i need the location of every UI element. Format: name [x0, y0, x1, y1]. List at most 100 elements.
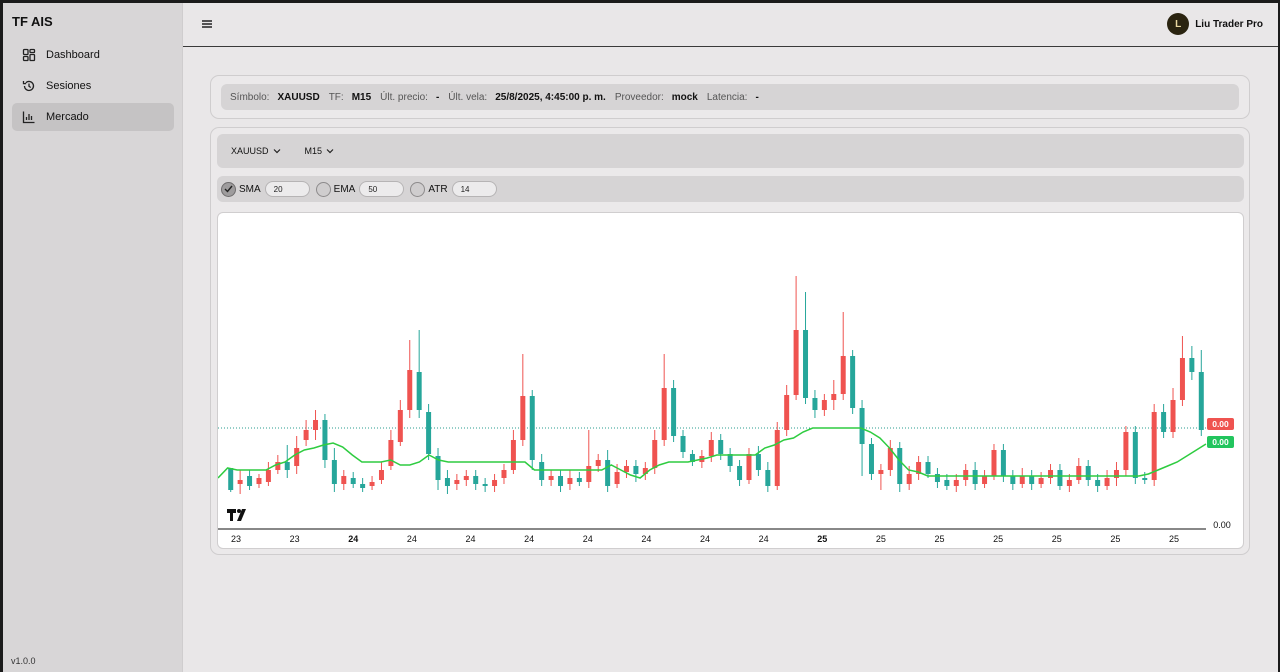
atr-checkbox[interactable] [410, 181, 426, 197]
candle-body [473, 476, 479, 484]
sidebar-item-dashboard[interactable]: Dashboard [12, 41, 174, 69]
last-candle-label: Últ. vela: [448, 91, 488, 103]
brand-title: TF AIS [12, 14, 53, 29]
tf-label: TF: [328, 91, 344, 103]
x-tick-label: 24 [348, 534, 358, 544]
x-tick-label: 24 [524, 534, 534, 544]
last-price-tag-label: 0.00 [1212, 419, 1229, 429]
candle-body [331, 460, 337, 484]
candle-body [548, 476, 554, 480]
app-window: TF AIS Dashboard Sesiones Mercado v1.0.0… [3, 3, 1278, 672]
candle-body [953, 480, 959, 486]
ema-period-input[interactable] [359, 181, 405, 197]
candle-body [388, 440, 394, 466]
menu-icon[interactable] [201, 18, 213, 30]
candle-body [859, 408, 865, 444]
symbol-select[interactable]: XAUUSD [231, 146, 281, 156]
candle-body [303, 430, 309, 440]
candle-body [737, 466, 743, 480]
x-tick-label: 24 [583, 534, 593, 544]
latency-value: - [755, 91, 759, 103]
sidebar-item-label: Dashboard [46, 49, 100, 61]
x-tick-label: 25 [876, 534, 886, 544]
candle-body [1000, 450, 1006, 476]
candle-body [416, 372, 422, 410]
candle-body [972, 470, 978, 484]
candle-body [501, 470, 507, 478]
candle-body [784, 395, 790, 430]
x-tick-label: 25 [993, 534, 1003, 544]
candle-body [378, 470, 384, 480]
candle-body [614, 472, 620, 484]
candle-body [765, 470, 771, 486]
candle-body [982, 476, 988, 484]
indicator-atr: ATR [410, 181, 497, 197]
candle-body [1095, 480, 1101, 486]
candle-body [1038, 478, 1044, 484]
candle-body [237, 480, 243, 484]
candle-body [407, 370, 413, 410]
price-chart-svg[interactable]: 23 23 24 24 24 24 24 24 24 24 25 25 25 25 25 25 25 0.00 0.… [218, 213, 1244, 549]
candle-body [746, 454, 752, 480]
candle-body [529, 396, 535, 460]
candle-body [1123, 432, 1129, 470]
candle-body [991, 450, 997, 476]
candle-body [397, 410, 403, 442]
candle-body [1179, 358, 1185, 400]
indicator-ema: EMA [315, 181, 405, 197]
candle-body [934, 474, 940, 482]
candle-body [1048, 470, 1054, 478]
user-menu[interactable]: L Liu Trader Pro [1167, 13, 1263, 35]
candle-body [925, 462, 931, 474]
candle-body [426, 412, 432, 454]
x-tick-label: 25 [817, 534, 827, 544]
x-tick-label: 24 [465, 534, 475, 544]
candle-body [247, 476, 253, 486]
price-chart[interactable]: 23 23 24 24 24 24 24 24 24 24 25 25 25 25 25 25 25 0.00 0.… [217, 212, 1244, 549]
candle-body [605, 460, 611, 486]
x-tick-label: 23 [290, 534, 300, 544]
last-price-value: - [435, 91, 440, 103]
sidebar-item-mercado[interactable]: Mercado [12, 103, 174, 131]
candle-body [463, 476, 469, 480]
candle-body [755, 454, 761, 470]
candle-body [322, 420, 328, 460]
indicator-sma: SMA [221, 181, 310, 197]
timeframe-select[interactable]: M15 [305, 146, 335, 156]
candle-body [793, 330, 799, 395]
candle-body [821, 400, 827, 410]
candle-body [1066, 480, 1072, 486]
ema-checkbox[interactable] [315, 181, 331, 197]
timeframe-select-value: M15 [304, 146, 323, 156]
sidebar-nav: Dashboard Sesiones Mercado [12, 41, 174, 134]
candle-body [1010, 476, 1016, 484]
candle-body [265, 470, 271, 482]
candle-body [623, 466, 629, 472]
last-candle-value: 25/8/2025, 4:45:00 p. m. [495, 91, 606, 103]
candle-body [727, 454, 733, 466]
sma-period-input[interactable] [264, 181, 310, 197]
x-tick-label: 24 [700, 534, 710, 544]
candle-body [313, 420, 319, 430]
candle-body [586, 466, 592, 482]
candle-body [595, 460, 601, 466]
last-price-label: Últ. precio: [380, 91, 428, 103]
candle-body [1189, 358, 1195, 372]
candle-body [633, 466, 639, 474]
tf-value: M15 [351, 91, 372, 103]
x-tick-label: 24 [641, 534, 651, 544]
candle-body [774, 430, 780, 486]
chevron-down-icon [326, 147, 334, 156]
sidebar-item-label: Mercado [46, 111, 89, 123]
candle-body [228, 468, 234, 490]
candle-body [812, 398, 818, 410]
candle-body [661, 388, 667, 440]
candle-body [1161, 412, 1167, 432]
sidebar-item-sesiones[interactable]: Sesiones [12, 72, 174, 100]
x-tick-label: 25 [934, 534, 944, 544]
candle-body [718, 440, 724, 454]
atr-period-input[interactable] [451, 181, 497, 197]
sma-checkbox[interactable] [221, 181, 236, 197]
provider-value: mock [671, 91, 698, 103]
candle-body [558, 476, 564, 486]
